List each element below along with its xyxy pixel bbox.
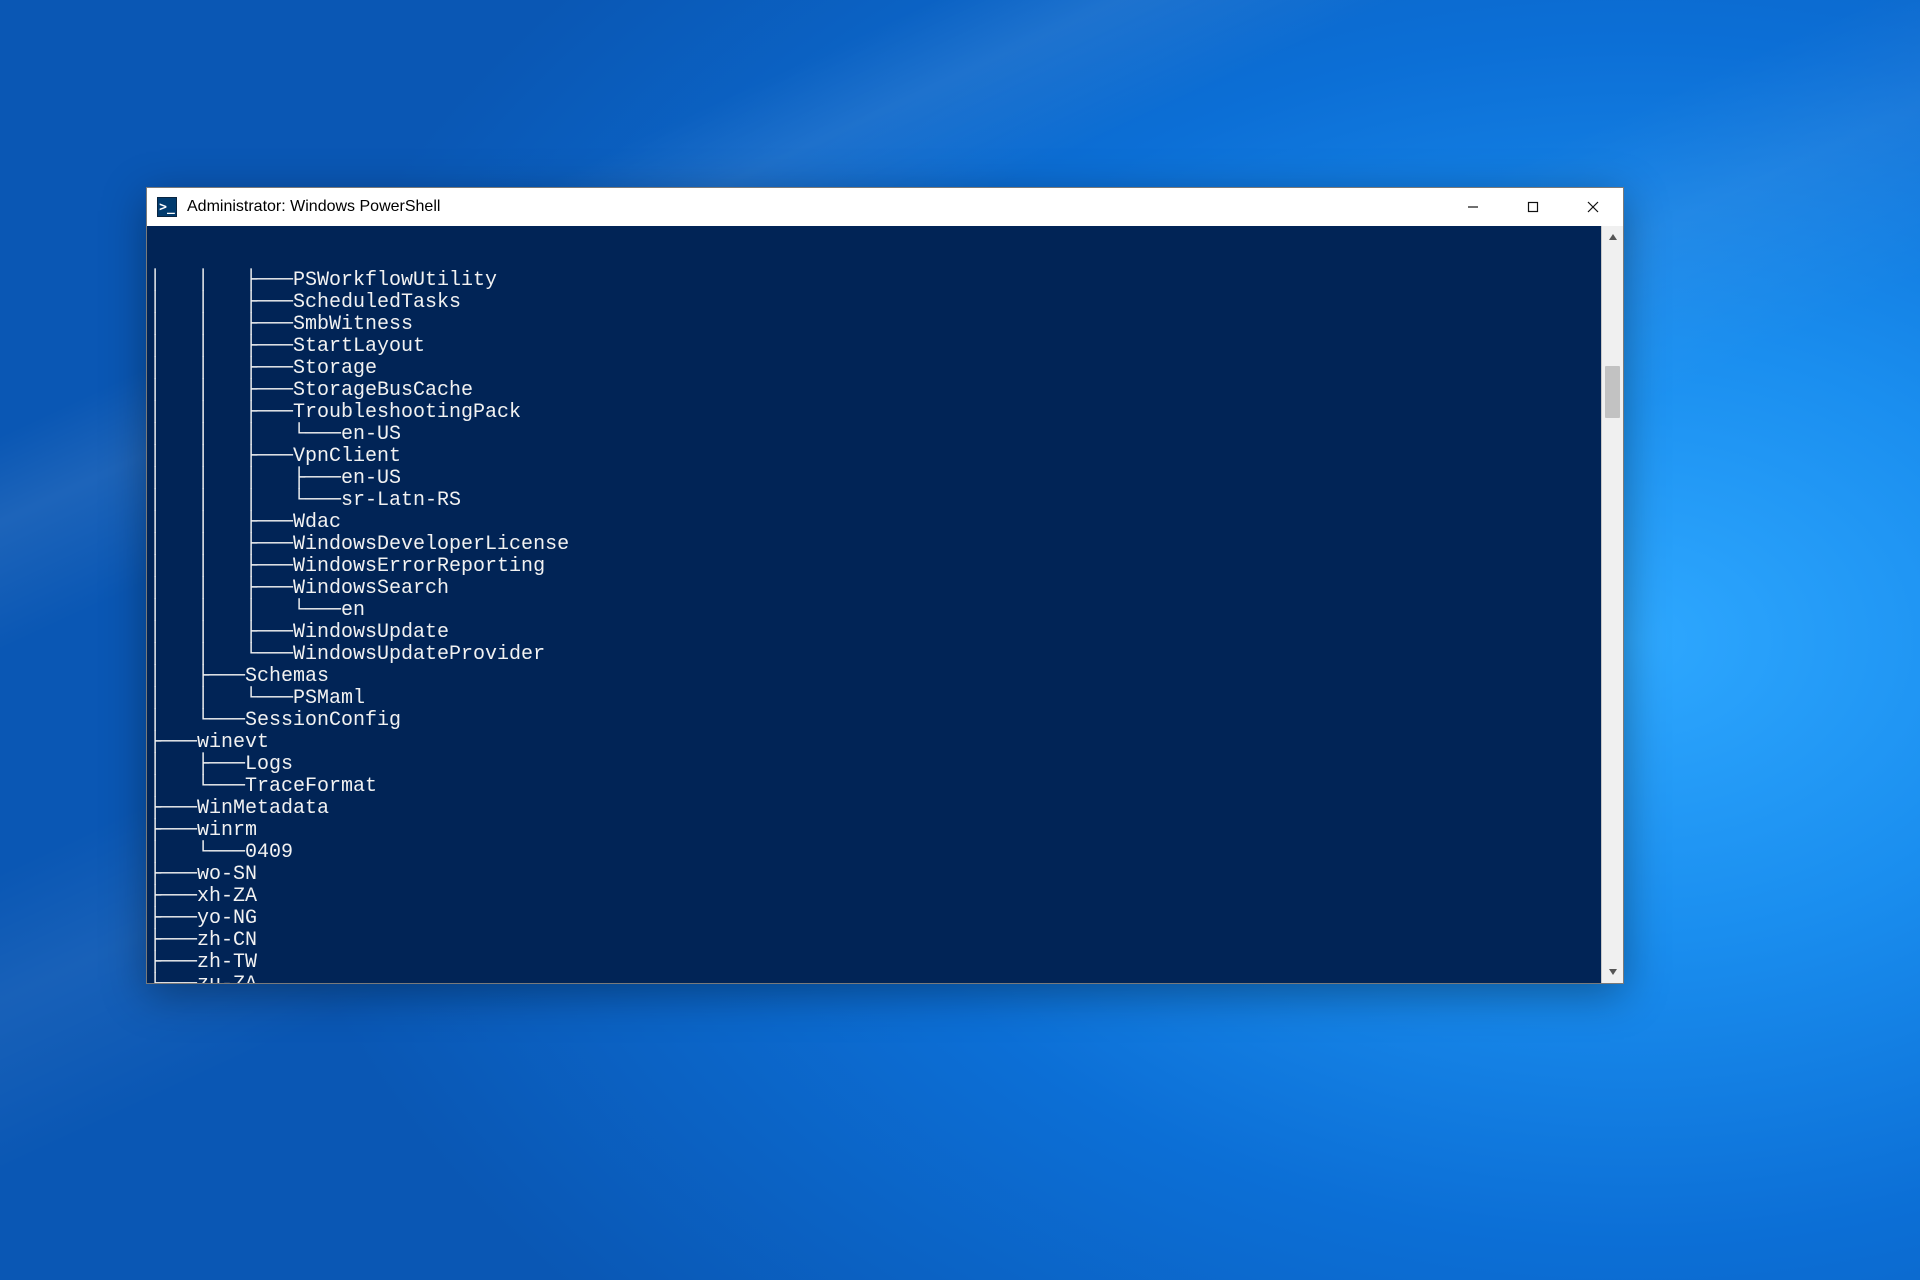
tree-line: │ │ ├───StorageBusCache bbox=[149, 380, 1599, 402]
scroll-up-button[interactable] bbox=[1602, 226, 1623, 248]
tree-line: │ ├───Logs bbox=[149, 754, 1599, 776]
tree-line: ├───winrm bbox=[149, 820, 1599, 842]
tree-line: │ │ ├───Storage bbox=[149, 358, 1599, 380]
maximize-button[interactable] bbox=[1503, 188, 1563, 226]
tree-line: │ │ │ └───en bbox=[149, 600, 1599, 622]
tree-line: │ │ ├───VpnClient bbox=[149, 446, 1599, 468]
tree-line: └───zu-ZA bbox=[149, 974, 1599, 983]
powershell-icon: >_ bbox=[157, 197, 177, 217]
tree-line: ├───zh-CN bbox=[149, 930, 1599, 952]
tree-line: │ │ │ └───sr-Latn-RS bbox=[149, 490, 1599, 512]
window-title: Administrator: Windows PowerShell bbox=[187, 198, 440, 216]
tree-line: │ │ ├───WindowsDeveloperLicense bbox=[149, 534, 1599, 556]
tree-line: │ ├───Schemas bbox=[149, 666, 1599, 688]
close-button[interactable] bbox=[1563, 188, 1623, 226]
tree-line: ├───yo-NG bbox=[149, 908, 1599, 930]
scrollbar-thumb[interactable] bbox=[1605, 366, 1620, 418]
tree-line: ├───winevt bbox=[149, 732, 1599, 754]
tree-line: │ └───0409 bbox=[149, 842, 1599, 864]
powershell-window: >_ Administrator: Windows PowerShell │ │… bbox=[146, 187, 1624, 984]
tree-line: │ │ └───WindowsUpdateProvider bbox=[149, 644, 1599, 666]
tree-line: │ └───SessionConfig bbox=[149, 710, 1599, 732]
tree-line: │ │ ├───WindowsSearch bbox=[149, 578, 1599, 600]
tree-line: │ │ ├───WindowsErrorReporting bbox=[149, 556, 1599, 578]
minimize-button[interactable] bbox=[1443, 188, 1503, 226]
vertical-scrollbar[interactable] bbox=[1601, 226, 1623, 983]
window-controls bbox=[1443, 188, 1623, 226]
tree-line: ├───xh-ZA bbox=[149, 886, 1599, 908]
tree-line: │ │ └───PSMaml bbox=[149, 688, 1599, 710]
tree-line: │ │ ├───StartLayout bbox=[149, 336, 1599, 358]
tree-line: │ └───TraceFormat bbox=[149, 776, 1599, 798]
tree-line: ├───wo-SN bbox=[149, 864, 1599, 886]
scroll-down-button[interactable] bbox=[1602, 961, 1623, 983]
tree-line: ├───zh-TW bbox=[149, 952, 1599, 974]
tree-line: │ │ ├───Wdac bbox=[149, 512, 1599, 534]
tree-line: │ │ ├───SmbWitness bbox=[149, 314, 1599, 336]
tree-line: │ │ ├───ScheduledTasks bbox=[149, 292, 1599, 314]
console-output[interactable]: │ │ ├───PSWorkflowUtility│ │ ├───Schedul… bbox=[147, 226, 1601, 983]
tree-line: │ │ ├───TroubleshootingPack bbox=[149, 402, 1599, 424]
client-area: │ │ ├───PSWorkflowUtility│ │ ├───Schedul… bbox=[147, 226, 1623, 983]
tree-line: │ │ ├───WindowsUpdate bbox=[149, 622, 1599, 644]
tree-line: │ │ ├───PSWorkflowUtility bbox=[149, 270, 1599, 292]
tree-line: ├───WinMetadata bbox=[149, 798, 1599, 820]
tree-line: │ │ │ ├───en-US bbox=[149, 468, 1599, 490]
titlebar[interactable]: >_ Administrator: Windows PowerShell bbox=[147, 188, 1623, 226]
tree-line: │ │ │ └───en-US bbox=[149, 424, 1599, 446]
